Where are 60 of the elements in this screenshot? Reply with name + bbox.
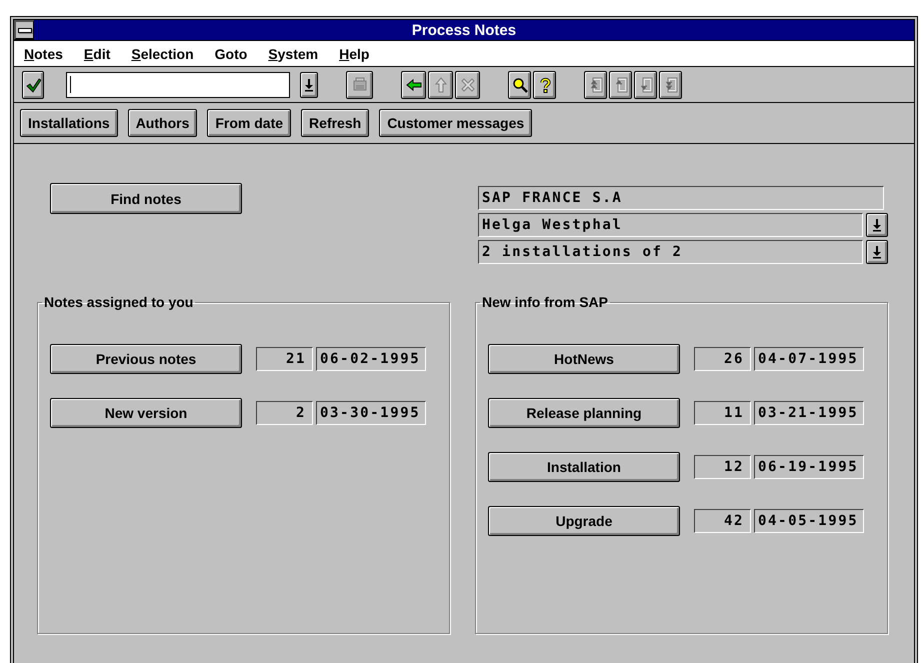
menu-item[interactable]: Notes <box>24 46 63 62</box>
date-field: 06-02-1995 <box>316 347 426 371</box>
save-icon <box>352 76 368 92</box>
group-title: New info from SAP <box>481 294 610 310</box>
up-arrow-icon <box>432 76 448 92</box>
menu-item[interactable]: Edit <box>84 46 110 62</box>
page-icon <box>612 76 628 92</box>
search-icon <box>512 76 528 92</box>
menu-item[interactable]: Help <box>339 46 370 62</box>
notes-button[interactable]: Installation <box>488 452 680 482</box>
menu-item[interactable]: System <box>268 46 318 62</box>
notes-button[interactable]: Previous notes <box>50 344 242 374</box>
date-field: 06-19-1995 <box>754 455 864 479</box>
info-field: SAP FRANCE S.A <box>478 186 884 210</box>
dropdown-button[interactable] <box>866 240 888 264</box>
help-button[interactable] <box>533 70 556 98</box>
check-button[interactable] <box>22 70 44 98</box>
menu-item[interactable]: Goto <box>214 46 248 62</box>
menu-item[interactable]: Selection <box>131 46 194 62</box>
window-title: Process Notes <box>410 22 518 38</box>
date-field: 03-30-1995 <box>316 401 426 425</box>
count-field: 21 <box>256 347 313 371</box>
count-field: 26 <box>694 347 751 371</box>
back-button[interactable] <box>401 70 426 98</box>
bar-icon <box>18 28 32 32</box>
date-field: 04-05-1995 <box>754 509 864 533</box>
toolbar-button[interactable]: Installations <box>20 109 118 137</box>
page-icon <box>662 76 678 92</box>
system-menu-button[interactable] <box>14 20 34 40</box>
text-cursor <box>70 76 71 93</box>
down-arrow-icon <box>304 78 314 92</box>
info-field: 2 installations of 2 <box>478 240 863 264</box>
count-field: 42 <box>694 509 751 533</box>
notes-button[interactable]: New version <box>50 398 242 428</box>
dropdown-button[interactable] <box>866 213 888 237</box>
find-button[interactable] <box>508 70 531 98</box>
find-notes-button[interactable]: Find notes <box>50 183 242 214</box>
toolbar-button[interactable]: Customer messages <box>379 109 532 137</box>
count-field: 11 <box>694 401 751 425</box>
toolbar-button[interactable]: Refresh <box>301 109 370 137</box>
page-icon <box>638 76 654 92</box>
notes-button[interactable]: Release planning <box>488 398 680 428</box>
date-field: 03-21-1995 <box>754 401 864 425</box>
dropdown-button[interactable] <box>300 72 318 98</box>
info-field: Helga Westphal <box>478 213 863 237</box>
group-title: Notes assigned to you <box>43 294 194 310</box>
page-icon <box>588 76 604 92</box>
down-arrow-icon <box>872 245 882 259</box>
date-field: 04-07-1995 <box>754 347 864 371</box>
toolbar-button[interactable]: From date <box>207 109 292 137</box>
x-icon <box>460 76 476 92</box>
toolbar-button[interactable]: Authors <box>128 109 198 137</box>
command-field[interactable] <box>66 72 290 98</box>
check-icon <box>25 76 41 92</box>
count-field: 12 <box>694 455 751 479</box>
left-arrow-icon <box>406 76 422 92</box>
notes-button[interactable]: Upgrade <box>488 506 680 536</box>
down-arrow-icon <box>872 218 882 232</box>
notes-button[interactable]: HotNews <box>488 344 680 374</box>
count-field: 2 <box>256 401 313 425</box>
